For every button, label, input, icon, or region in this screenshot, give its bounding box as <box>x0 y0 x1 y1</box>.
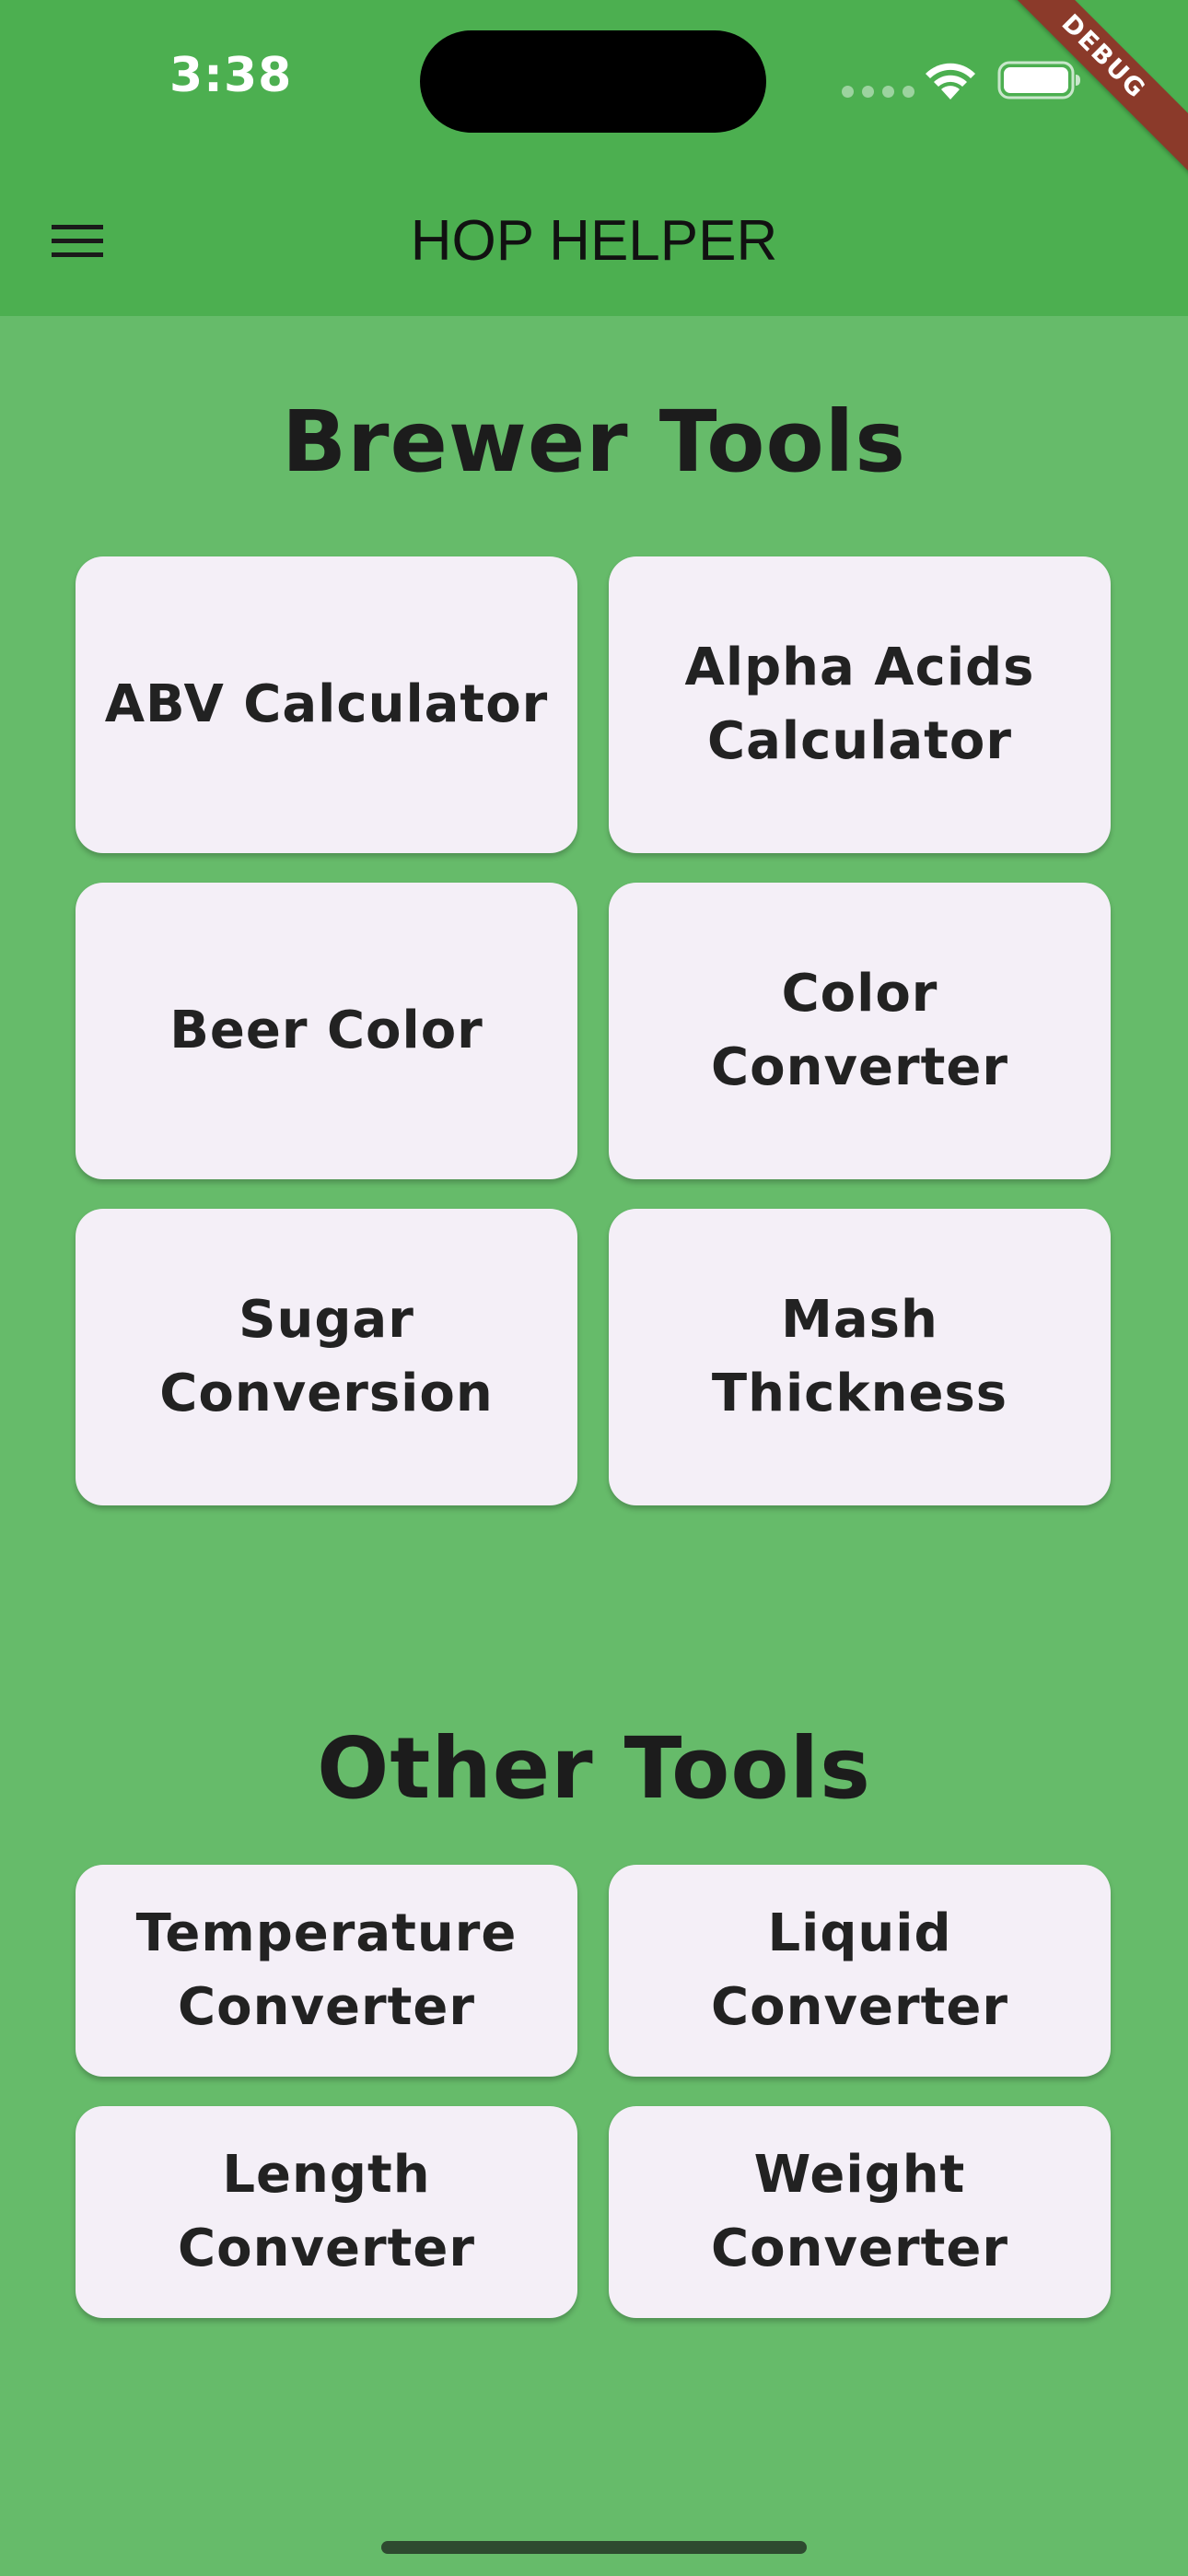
weight-converter-button[interactable]: Weight Converter <box>609 2106 1111 2318</box>
cellular-signal-icon <box>842 86 914 98</box>
color-converter-button[interactable]: Color Converter <box>609 883 1111 1179</box>
card-label: Mash Thickness <box>711 1290 1008 1423</box>
home-indicator[interactable] <box>381 2541 807 2554</box>
wifi-icon <box>926 63 975 100</box>
sugar-conversion-button[interactable]: Sugar Conversion <box>76 1209 577 1505</box>
liquid-converter-button[interactable]: Liquid Converter <box>609 1865 1111 2077</box>
card-label: Color Converter <box>711 964 1008 1097</box>
temperature-converter-button[interactable]: Temperature Converter <box>76 1865 577 2077</box>
hamburger-menu-icon <box>52 225 103 257</box>
card-label: Weight Converter <box>711 2145 1008 2278</box>
dynamic-island <box>420 30 766 133</box>
beer-color-button[interactable]: Beer Color <box>76 883 577 1179</box>
battery-icon <box>997 61 1080 100</box>
alpha-acids-calculator-button[interactable]: Alpha Acids Calculator <box>609 556 1111 853</box>
card-label: Temperature Converter <box>135 1903 518 2037</box>
app-title: HOP HELPER <box>410 209 778 273</box>
menu-button[interactable] <box>33 205 122 278</box>
card-label: Alpha Acids Calculator <box>684 638 1035 771</box>
other-tools-heading: Other Tools <box>317 1719 871 1818</box>
card-label: ABV Calculator <box>104 674 549 734</box>
card-label: Sugar Conversion <box>159 1290 494 1423</box>
card-label: Length Converter <box>178 2145 475 2278</box>
mash-thickness-button[interactable]: Mash Thickness <box>609 1209 1111 1505</box>
app-bar: 3:38 DEBUG HOP HELPER <box>0 0 1188 316</box>
brewer-tools-heading: Brewer Tools <box>282 392 906 491</box>
length-converter-button[interactable]: Length Converter <box>76 2106 577 2318</box>
status-time: 3:38 <box>169 48 293 103</box>
card-label: Liquid Converter <box>711 1903 1008 2037</box>
card-label: Beer Color <box>169 1001 483 1060</box>
abv-calculator-button[interactable]: ABV Calculator <box>76 556 577 853</box>
